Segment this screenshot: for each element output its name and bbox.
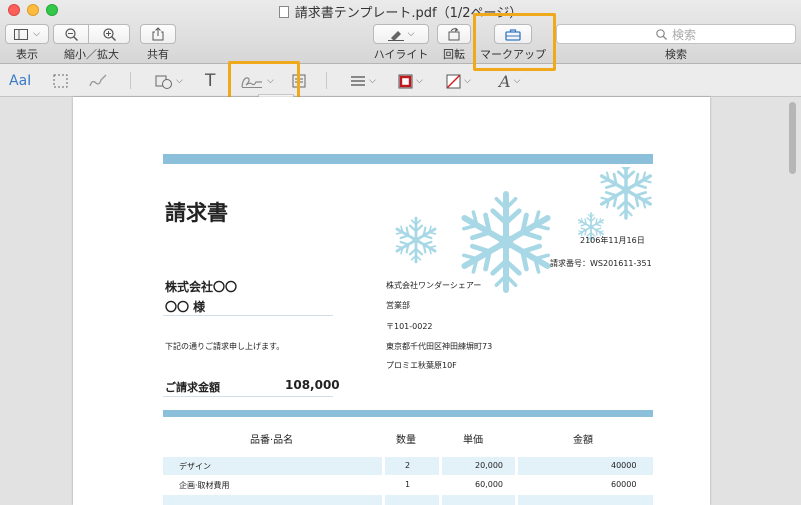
issuer-dept: 営業部	[386, 301, 410, 310]
row-item: デザイン	[179, 462, 211, 471]
rectangular-selection-button[interactable]	[53, 72, 68, 90]
border-color-button[interactable]: ⌵	[398, 72, 423, 90]
chevron-down-icon: ⌵	[407, 29, 415, 39]
fill-color-button[interactable]: ⌵	[446, 72, 471, 90]
header-amount: 金額	[573, 435, 593, 446]
row-qty: 1	[405, 480, 411, 489]
text-tool-icon: T	[205, 71, 216, 91]
chevron-down-icon: ⌵	[369, 76, 376, 86]
toolbar-separator	[326, 72, 327, 89]
font-icon: A	[499, 71, 511, 91]
intro-text: 下記の通りご請求申し上げます。	[165, 342, 285, 351]
rotate-icon	[448, 27, 460, 41]
line-style-icon	[351, 76, 365, 86]
row-unit-price: 60,000	[475, 480, 503, 489]
column-divider	[515, 457, 518, 475]
text-style-icon: AaI	[9, 73, 32, 89]
chevron-down-icon: ⌵	[33, 29, 40, 39]
share-button[interactable]	[140, 24, 176, 44]
chevron-down-icon: ⌵	[464, 76, 471, 86]
shapes-icon	[155, 75, 172, 89]
share-icon	[152, 27, 164, 41]
table-row: デザイン 2 20,000 40000	[163, 457, 653, 475]
header-band	[163, 154, 653, 164]
client-company: 株式会社〇〇	[165, 280, 238, 294]
zoom-in-button[interactable]	[88, 24, 130, 44]
window-title: 請求書テンプレート.pdf（1/2ページ）	[0, 2, 801, 21]
highlight-button[interactable]: ⌵	[373, 24, 429, 44]
row-amount: 40000	[611, 461, 637, 470]
toolbar-separator	[130, 72, 131, 89]
issuer-postal: 〒101-0022	[386, 322, 433, 331]
sidebar-icon	[14, 28, 29, 40]
chevron-down-icon: ⌵	[176, 76, 183, 86]
search-input[interactable]: 検索	[556, 24, 796, 44]
zoom-label: 縮小／拡大	[64, 48, 119, 61]
rotate-label: 回転	[443, 48, 465, 61]
column-divider	[382, 495, 385, 505]
selection-icon	[53, 74, 68, 88]
sketch-button[interactable]	[88, 72, 108, 90]
column-divider	[515, 495, 518, 505]
issuer-company: 株式会社ワンダーシェアー	[386, 281, 482, 290]
client-underline	[163, 315, 333, 316]
client-person: 〇〇 様	[165, 300, 206, 314]
chevron-down-icon: ⌵	[416, 76, 423, 86]
header-qty: 数量	[396, 435, 416, 446]
amount-label: ご請求金額	[165, 381, 220, 394]
column-divider	[382, 457, 385, 475]
text-style-button[interactable]: AaI	[9, 72, 31, 90]
share-label: 共有	[147, 48, 169, 61]
row-qty: 2	[405, 461, 411, 470]
zoom-in-icon	[102, 27, 116, 41]
pdf-page: 請求書 2106年11月16日 請求番号：WS201611-351 株式会社〇〇…	[73, 97, 710, 505]
row-amount: 60000	[611, 480, 637, 489]
border-color-icon	[398, 74, 413, 88]
search-icon	[656, 28, 667, 40]
zoom-out-icon	[64, 27, 78, 41]
table-top-band	[163, 410, 653, 417]
issuer-address: 東京都千代田区神田練塀町73	[386, 342, 493, 351]
search-label: 検索	[665, 48, 687, 61]
invoice-date: 2106年11月16日	[580, 236, 645, 245]
pdf-document-icon	[278, 6, 289, 18]
invoice-title: 請求書	[165, 201, 228, 225]
window-toolbar: 請求書テンプレート.pdf（1/2ページ） ⌵ 表示 縮小／拡大 共有 ⌵ ハイ…	[0, 0, 801, 64]
column-divider	[439, 457, 442, 475]
column-divider	[439, 495, 442, 505]
highlight-label: ハイライト	[373, 48, 429, 61]
row-item: 企画·取材費用	[179, 481, 230, 490]
vertical-scrollbar[interactable]	[789, 102, 796, 174]
line-style-button[interactable]: ⌵	[350, 72, 376, 90]
sketch-icon	[89, 74, 107, 87]
header-item: 品番·品名	[250, 435, 294, 446]
view-menu-button[interactable]: ⌵	[5, 24, 49, 44]
markup-toolbar: AaI ⌵ T ⌵ ⌵ ⌵ ⌵ A ⌵	[0, 64, 801, 97]
text-tool-button[interactable]: T	[205, 71, 216, 91]
chevron-down-icon: ⌵	[513, 76, 521, 86]
table-row	[163, 495, 653, 505]
rotate-button[interactable]	[437, 24, 471, 44]
amount-underline	[163, 396, 333, 397]
fill-color-icon	[446, 74, 461, 88]
font-button[interactable]: A ⌵	[499, 71, 521, 91]
highlighter-icon	[387, 30, 404, 41]
header-unit-price: 単価	[463, 435, 483, 446]
view-label: 表示	[16, 48, 38, 61]
shapes-button[interactable]: ⌵	[155, 72, 183, 90]
row-unit-price: 20,000	[475, 461, 503, 470]
document-viewer[interactable]: 請求書 2106年11月16日 請求番号：WS201611-351 株式会社〇〇…	[0, 97, 801, 505]
table-row: 企画·取材費用 1 60,000 60000	[163, 476, 653, 494]
amount-value: 108,000	[285, 378, 340, 392]
zoom-out-button[interactable]	[53, 24, 89, 44]
issuer-building: プロミエ秋葉原10F	[386, 361, 457, 370]
invoice-number: 請求番号：WS201611-351	[550, 259, 652, 268]
markup-button-highlight	[473, 13, 556, 71]
